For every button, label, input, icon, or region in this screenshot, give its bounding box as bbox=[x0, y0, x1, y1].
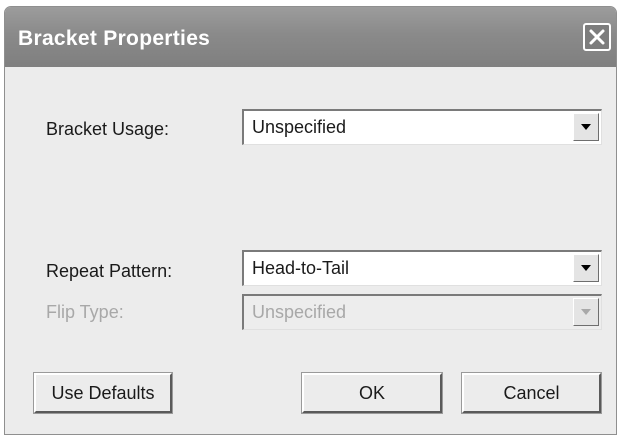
flip-type-label: Flip Type: bbox=[46, 302, 124, 322]
flip-type-dropdown-button bbox=[573, 298, 599, 326]
chevron-down-icon bbox=[580, 118, 592, 136]
dialog-title: Bracket Properties bbox=[18, 27, 211, 50]
cancel-button[interactable]: Cancel bbox=[461, 372, 602, 414]
repeat-pattern-select[interactable]: Head-to-Tail bbox=[242, 250, 602, 286]
flip-type-select: Unspecified bbox=[242, 294, 602, 330]
bracket-usage-dropdown-button[interactable] bbox=[573, 113, 599, 141]
bracket-properties-dialog: Bracket Properties Bracket Usage: Unspec… bbox=[4, 6, 617, 435]
use-defaults-button[interactable]: Use Defaults bbox=[33, 372, 173, 414]
repeat-pattern-value: Head-to-Tail bbox=[252, 258, 350, 278]
close-button[interactable] bbox=[583, 23, 611, 51]
repeat-pattern-label: Repeat Pattern: bbox=[46, 261, 173, 281]
title-bar[interactable]: Bracket Properties bbox=[5, 7, 616, 67]
repeat-pattern-dropdown-button[interactable] bbox=[573, 254, 599, 282]
close-icon bbox=[588, 28, 606, 46]
ok-button[interactable]: OK bbox=[301, 372, 443, 414]
bracket-usage-select[interactable]: Unspecified bbox=[242, 109, 602, 145]
chevron-down-icon bbox=[580, 303, 592, 321]
bracket-usage-label: Bracket Usage: bbox=[46, 119, 170, 139]
flip-type-value: Unspecified bbox=[252, 302, 347, 322]
bracket-usage-value: Unspecified bbox=[252, 117, 347, 137]
chevron-down-icon bbox=[580, 259, 592, 277]
